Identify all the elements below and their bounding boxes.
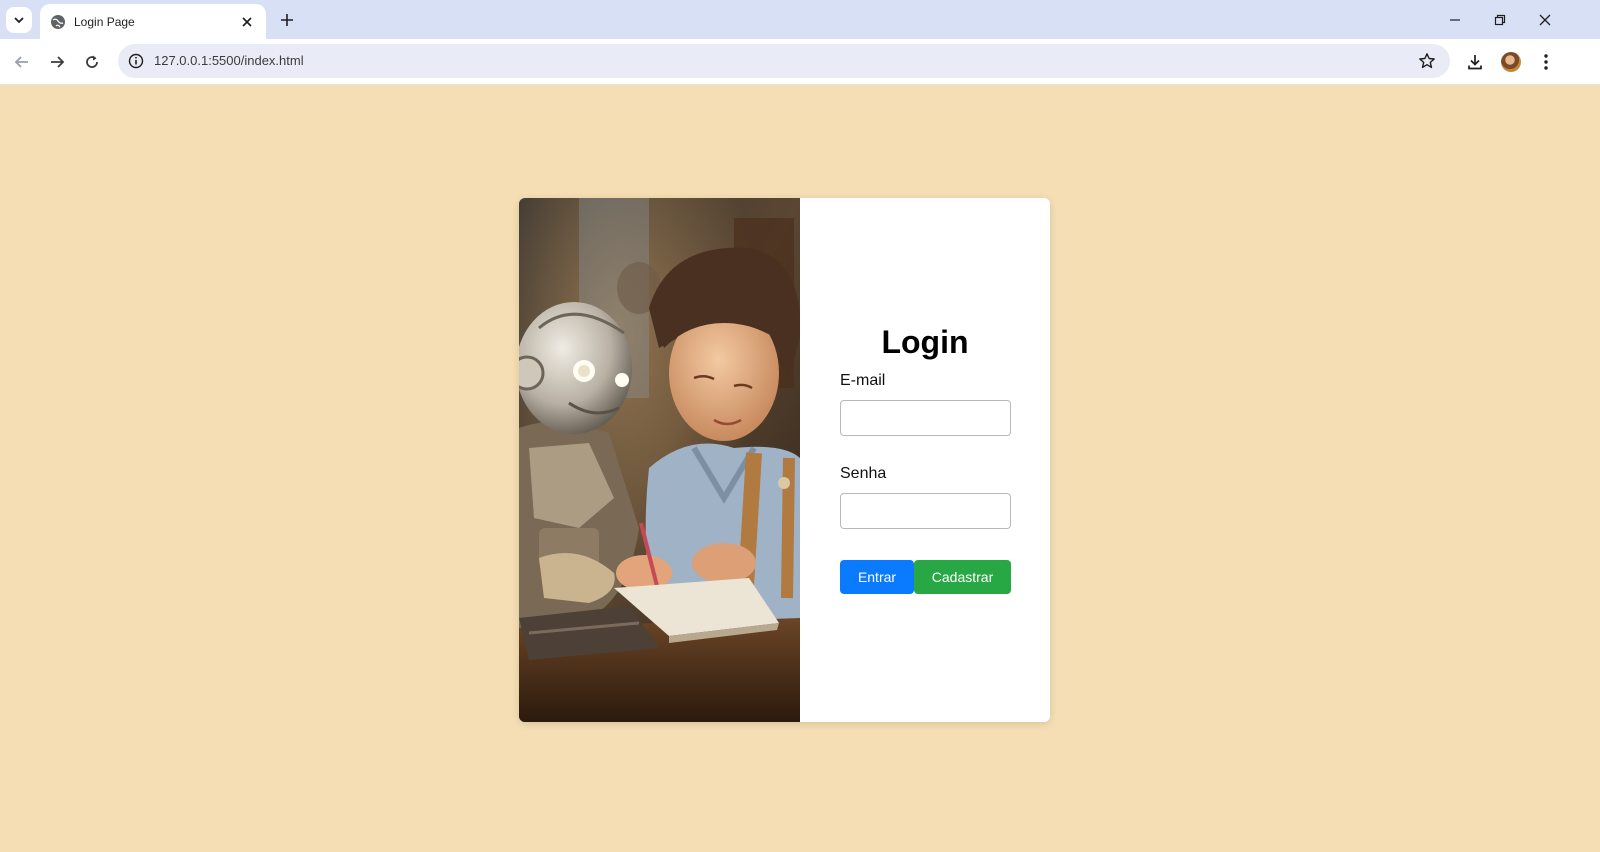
login-card: Login E-mail Senha Entrar Cadastrar — [519, 198, 1050, 722]
more-vertical-icon — [1544, 54, 1548, 70]
plus-icon — [281, 14, 293, 26]
browser-tabstrip: Login Page — [0, 0, 1600, 39]
back-button[interactable] — [10, 50, 34, 74]
minimize-icon — [1450, 19, 1460, 21]
browser-tab-active[interactable]: Login Page — [40, 4, 266, 39]
email-field[interactable] — [840, 400, 1011, 436]
tab-title: Login Page — [74, 14, 135, 29]
url-text[interactable]: 127.0.0.1:5500/index.html — [154, 53, 304, 68]
password-field[interactable] — [840, 493, 1011, 529]
close-icon — [1539, 14, 1551, 26]
browser-toolbar: 127.0.0.1:5500/index.html — [0, 39, 1600, 85]
close-window-button[interactable] — [1533, 8, 1557, 32]
password-label: Senha — [840, 465, 887, 482]
login-title: Login — [881, 324, 969, 360]
register-button[interactable]: Cadastrar — [914, 560, 1011, 594]
login-form: Login E-mail Senha Entrar Cadastrar — [800, 198, 1050, 722]
avatar — [1501, 52, 1521, 72]
new-tab-button[interactable] — [276, 9, 298, 31]
restore-button[interactable] — [1488, 8, 1512, 32]
tab-search-button[interactable] — [6, 7, 32, 33]
info-icon[interactable] — [124, 49, 148, 73]
arrow-right-icon — [51, 56, 65, 68]
hero-illustration — [519, 198, 800, 722]
close-icon[interactable] — [238, 13, 256, 31]
chevron-down-icon — [14, 17, 24, 24]
forward-button[interactable] — [45, 50, 69, 74]
reload-icon — [86, 55, 98, 68]
downloads-button[interactable] — [1463, 50, 1487, 74]
browser-menu-button[interactable] — [1534, 50, 1558, 74]
arrow-left-icon — [14, 56, 28, 68]
globe-icon — [50, 14, 66, 30]
address-bar[interactable]: 127.0.0.1:5500/index.html — [118, 44, 1450, 78]
minimize-button[interactable] — [1443, 8, 1467, 32]
submit-button[interactable]: Entrar — [840, 560, 914, 594]
email-label: E-mail — [840, 372, 886, 389]
download-icon — [1468, 55, 1482, 70]
reload-button[interactable] — [80, 50, 104, 74]
restore-icon — [1494, 14, 1506, 26]
profile-button[interactable] — [1499, 50, 1523, 74]
bookmark-star-icon[interactable] — [1416, 50, 1438, 72]
